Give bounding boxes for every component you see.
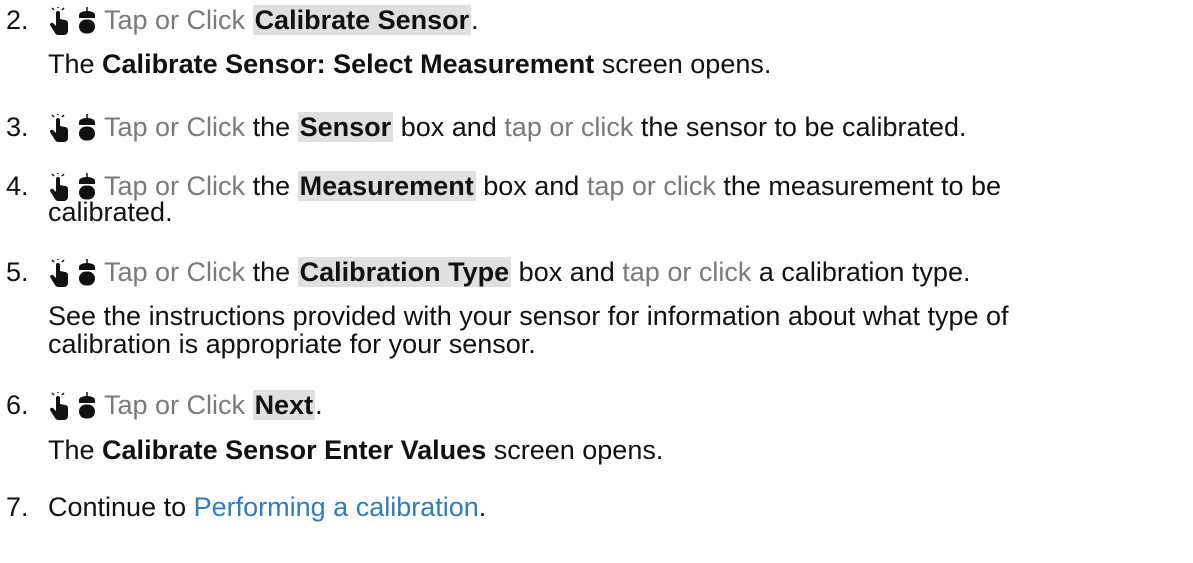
mouse-icon [79,114,95,141]
step-5: 5. Tap or Click the Calibration Type box … [6,256,970,291]
sensor-box-control: Sensor [297,112,394,142]
tap-click-icons [48,259,96,291]
action-label: Tap or Click [104,5,246,35]
mouse-icon [79,259,95,286]
hand-tap-icon [49,259,68,287]
next-control: Next [252,390,316,420]
step-number: 7. [6,492,29,522]
step-number: 5. [6,257,29,287]
step-number: 6. [6,390,29,420]
hand-tap-icon [49,7,68,35]
step-number: 3. [6,112,29,142]
mouse-icon [79,7,95,34]
tap-click-icons [48,7,96,39]
step-7: 7. Continue to Performing a calibration. [6,492,487,522]
step-3: 3. Tap or Click the Sensor box and tap or… [6,111,967,146]
step-2: 2. Tap or Click Calibrate Sensor. [6,4,479,39]
hand-tap-icon [49,114,68,142]
instructions-document: 2. Tap or Click Calibrate Sensor. The Cal… [0,0,1193,563]
step-6-note: The Calibrate Sensor Enter Values screen… [48,435,664,465]
step-6: 6. Tap or Click Next. [6,389,323,424]
calibrate-sensor-control: Calibrate Sensor [252,5,472,35]
tap-click-icons [48,114,96,146]
step-2-note: The Calibrate Sensor: Select Measurement… [48,49,772,79]
measurement-box-control: Measurement [297,171,476,201]
step-4-continuation: calibrated. [48,197,173,227]
tap-click-icons [48,392,96,424]
calibration-type-box-control: Calibration Type [297,257,512,287]
hand-tap-icon [49,392,68,420]
step-number: 2. [6,5,29,35]
step-5-note-line-2: calibration is appropriate for your sens… [48,329,536,359]
mouse-icon [79,392,95,419]
step-number: 4. [6,171,29,201]
performing-a-calibration-link[interactable]: Performing a calibration [194,492,479,522]
